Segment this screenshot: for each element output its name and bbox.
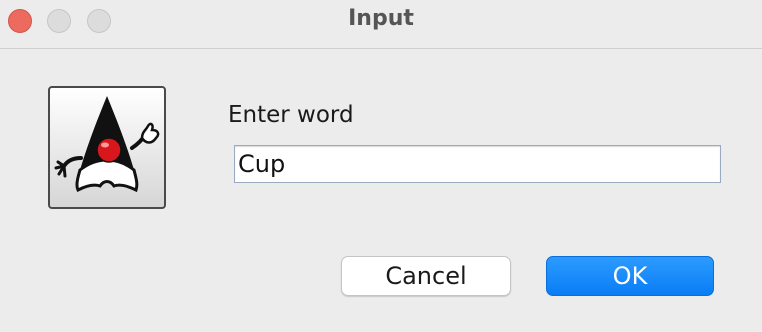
duke-java-mascot-icon — [48, 86, 166, 209]
prompt-label: Enter word — [228, 102, 354, 128]
word-input[interactable] — [234, 145, 721, 183]
cancel-button[interactable]: Cancel — [341, 256, 511, 296]
ok-button[interactable]: OK — [546, 256, 714, 296]
title-bar: Input — [0, 0, 762, 49]
window-title: Input — [348, 6, 414, 31]
input-dialog-window: Input Enter word Cancel OK — [0, 0, 762, 332]
